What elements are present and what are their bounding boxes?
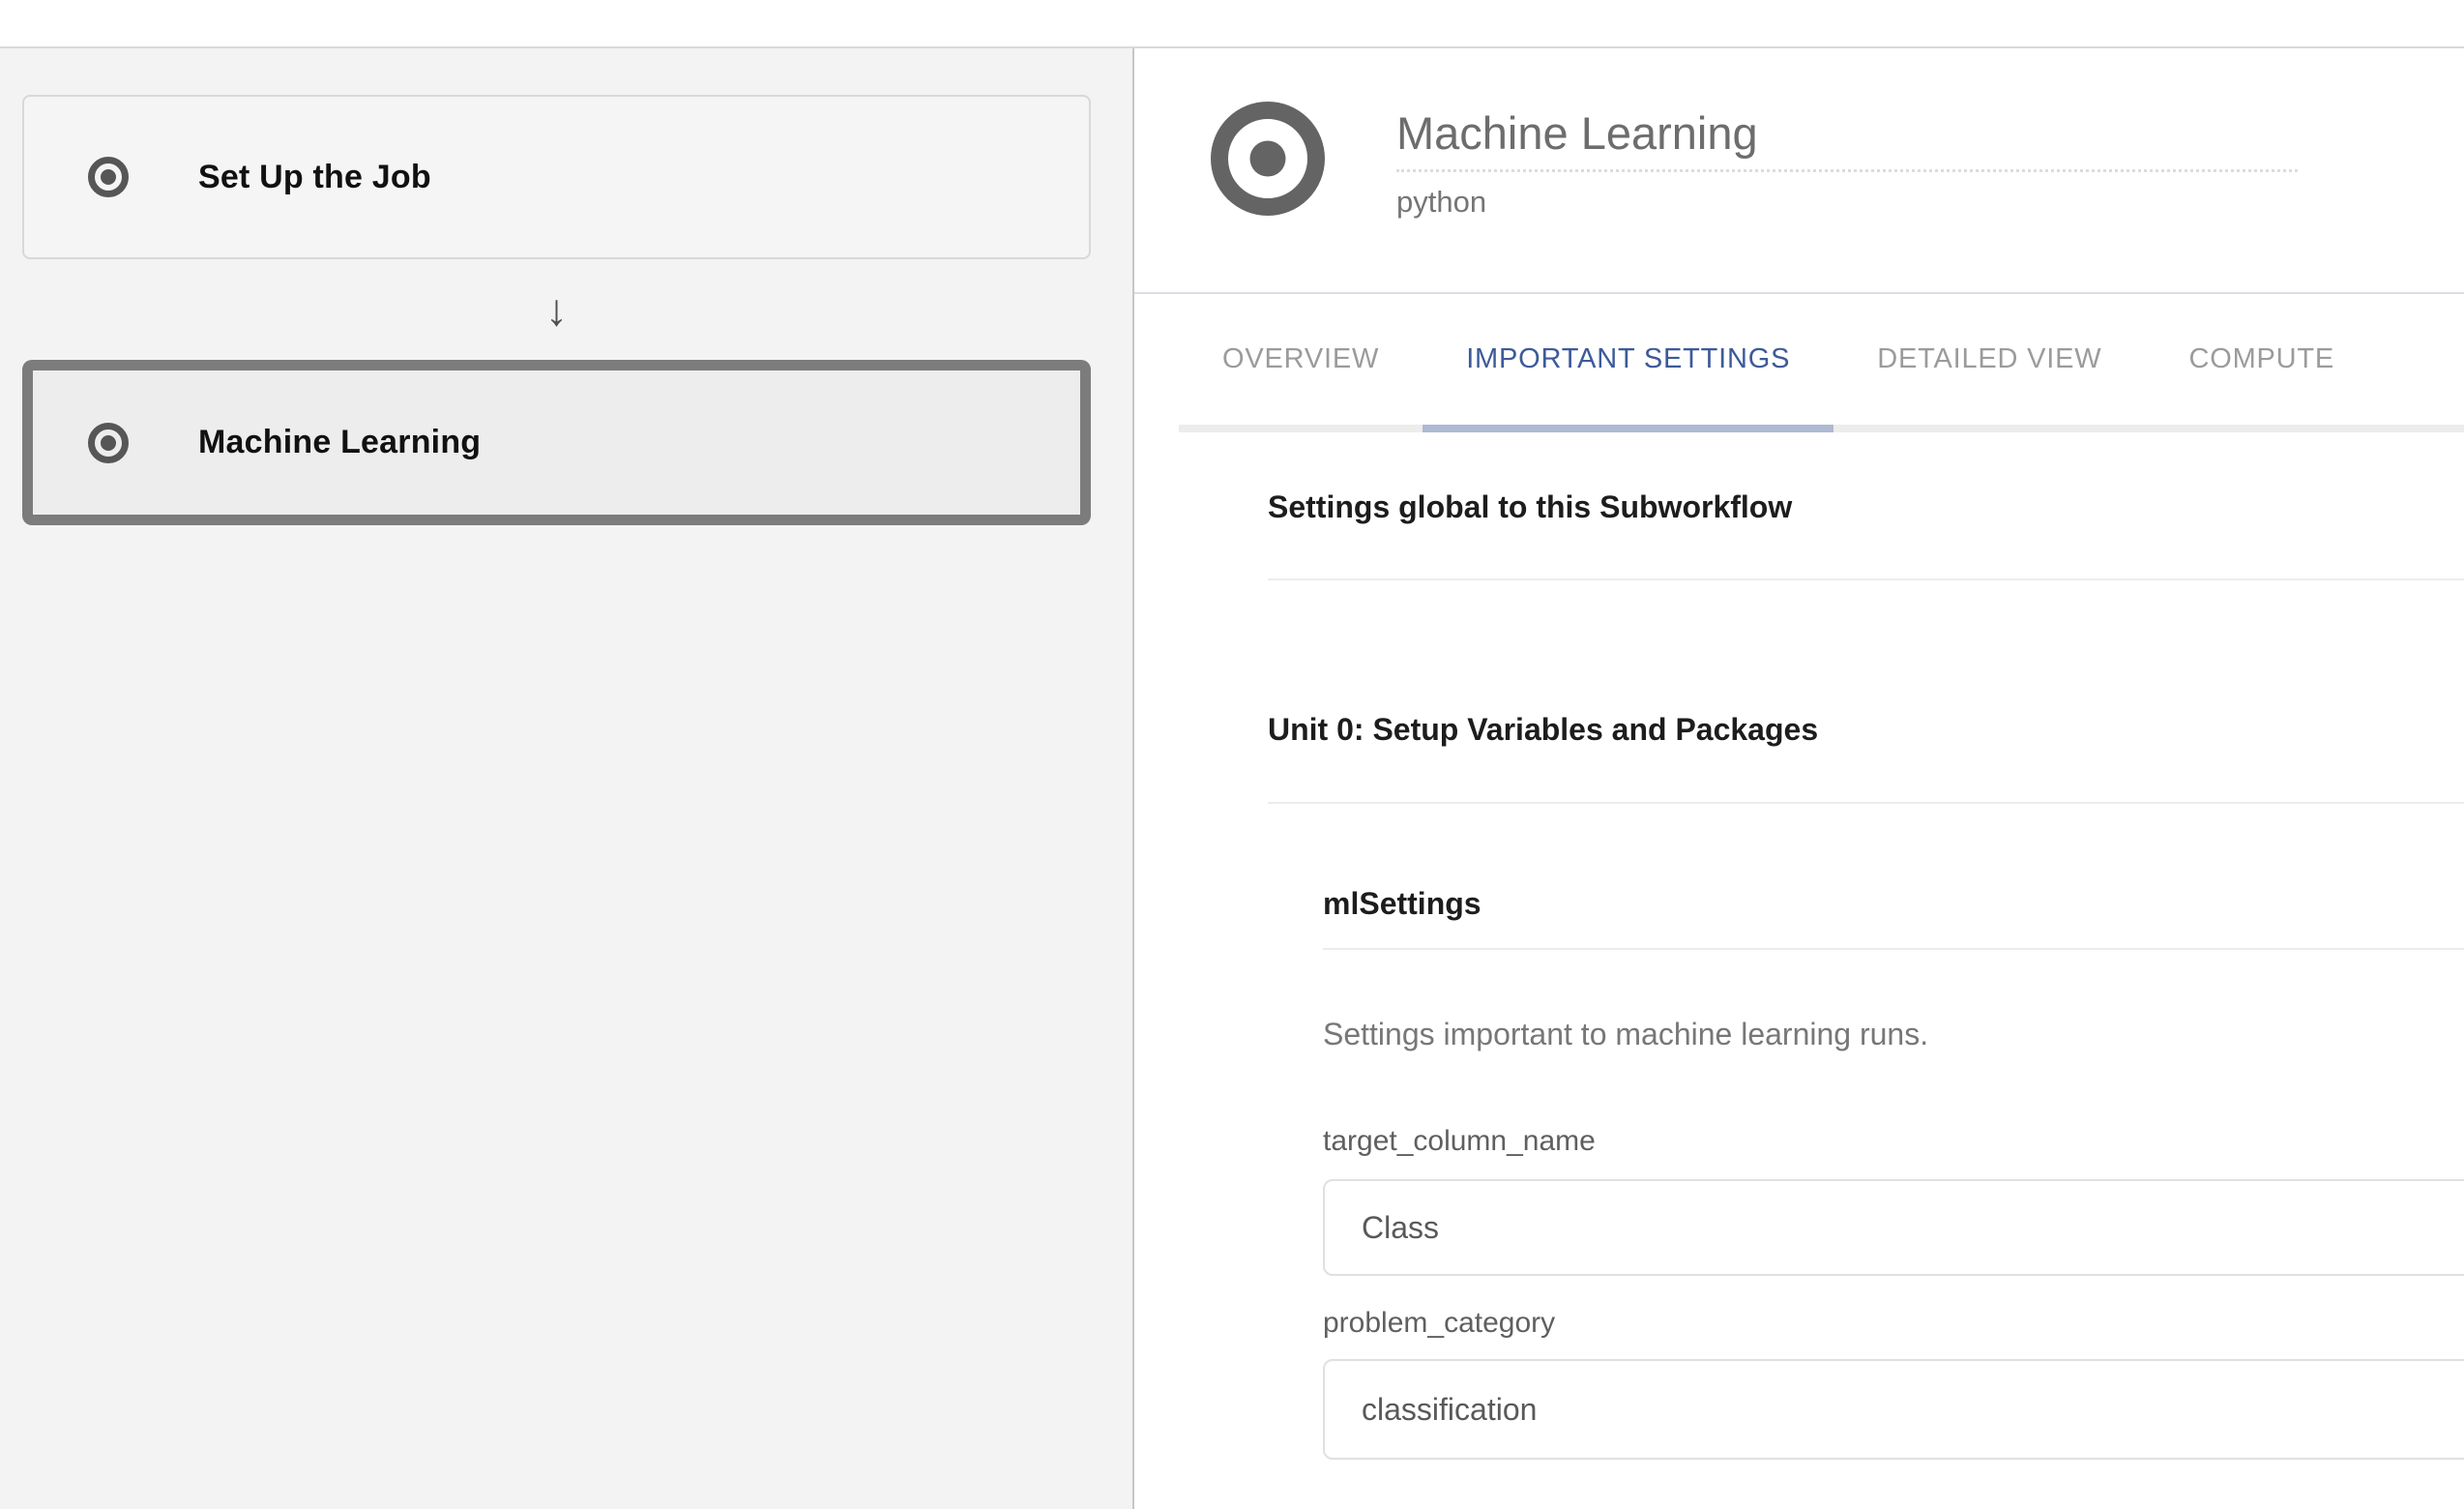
section-divider [1268,578,2464,580]
main-area: Set Up the Job ↓ Machine Learning Machin… [0,48,2464,1509]
section-divider [1268,802,2464,804]
subsection-description: Settings important to machine learning r… [1323,1016,2464,1052]
top-bar [0,0,2464,48]
detail-header: Machine Learning python [1396,108,2298,220]
mlsettings-subsection: mlSettings Settings important to machine… [1323,885,2464,1460]
tab-detailed-view[interactable]: DETAILED VIEW [1833,294,2145,425]
settings-content: Settings global to this Subworkflow Unit… [1268,432,2464,1509]
tab-bar: OVERVIEW IMPORTANT SETTINGS DETAILED VIE… [1179,294,2464,432]
step-label: Set Up the Job [198,159,431,196]
global-settings-heading: Settings global to this Subworkflow [1268,488,2464,525]
subworkflow-icon [1211,102,1325,216]
title-divider [1396,169,2298,172]
workflow-step-card-setup[interactable]: Set Up the Job [22,95,1091,259]
radio-icon [88,423,129,463]
field-label-problem-category: problem_category [1323,1306,2464,1341]
workflow-step-card-machine-learning[interactable]: Machine Learning [22,360,1091,525]
tab-overview[interactable]: OVERVIEW [1179,294,1423,425]
tab-compute[interactable]: COMPUTE [2145,294,2378,425]
step-label: Machine Learning [198,424,481,461]
subsection-divider [1323,948,2464,950]
step-detail-panel: Machine Learning python OVERVIEW IMPORTA… [1134,48,2464,1509]
tab-important-settings[interactable]: IMPORTANT SETTINGS [1423,294,1833,432]
subsection-title: mlSettings [1323,885,2464,922]
radio-icon [88,157,129,197]
page-subtitle: python [1396,185,2298,220]
flow-arrow-icon: ↓ [22,259,1091,360]
field-label-target-column-name: target_column_name [1323,1124,2464,1159]
page-title: Machine Learning [1396,108,2298,159]
unit-heading: Unit 0: Setup Variables and Packages [1268,711,2464,748]
workflow-steps-panel: Set Up the Job ↓ Machine Learning [0,48,1134,1509]
target-column-name-input[interactable] [1323,1179,2464,1276]
problem-category-input[interactable] [1323,1359,2464,1460]
